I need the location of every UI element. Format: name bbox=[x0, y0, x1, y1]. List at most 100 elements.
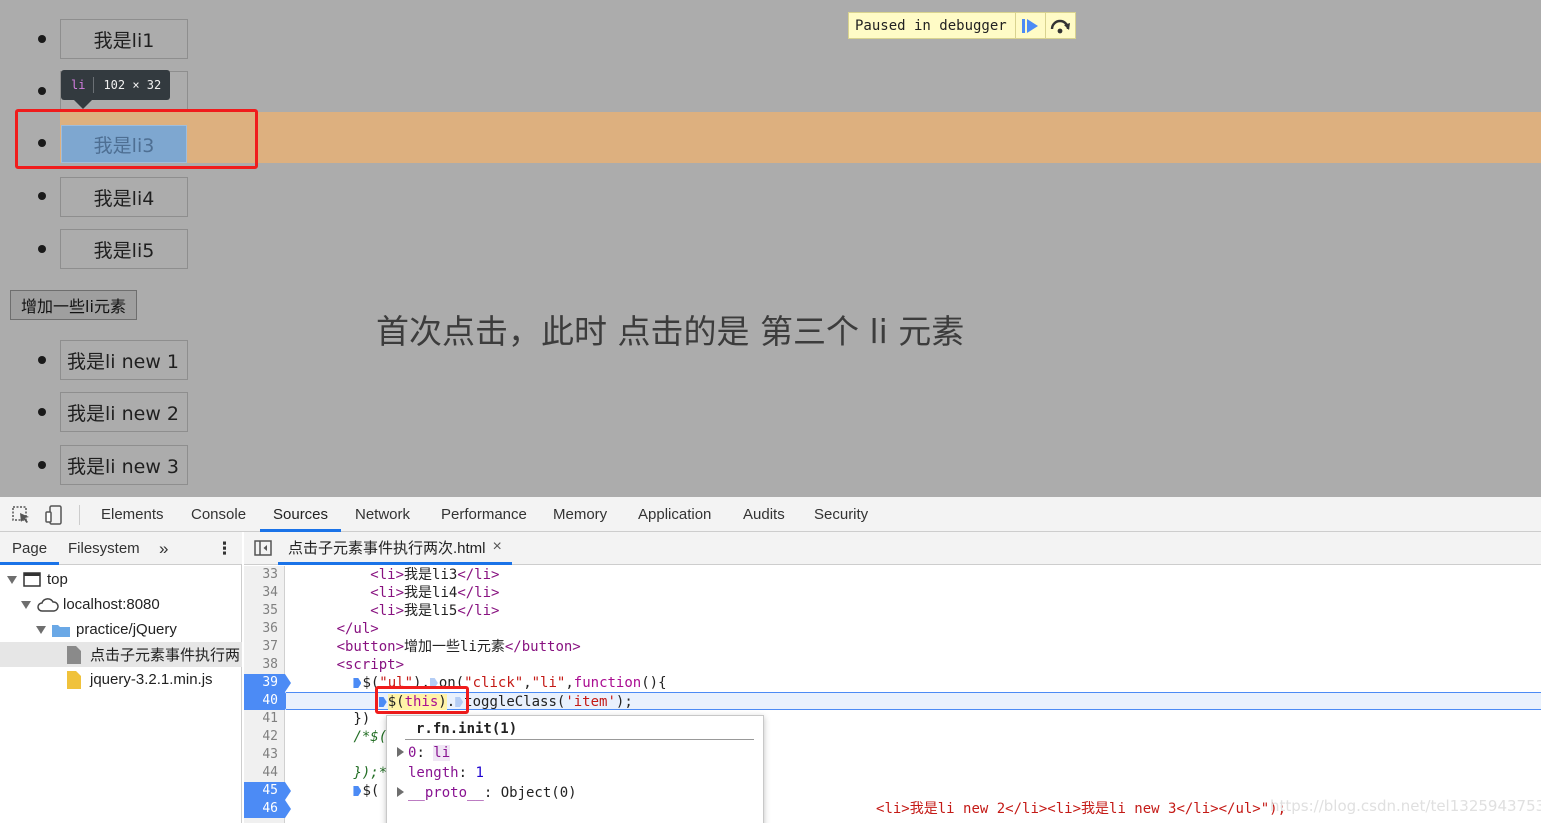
current-execution-line: $(this). toggleClass('item'); bbox=[286, 692, 1541, 710]
list-item[interactable]: 我是li5 bbox=[60, 229, 188, 269]
toolbar-divider bbox=[79, 505, 80, 525]
navigator-tabs: Page Filesystem » ⋮ bbox=[0, 532, 242, 565]
paused-text: Paused in debugger bbox=[855, 17, 1007, 34]
breakpoint-line-number[interactable]: 46 bbox=[244, 800, 291, 818]
tree-item-localhost[interactable]: localhost:8080 bbox=[0, 592, 242, 617]
line-number[interactable]: 42 bbox=[244, 728, 285, 746]
code-line: <li>我是li5</li> bbox=[370, 603, 500, 619]
tree-item-js-file[interactable]: jquery-3.2.1.min.js bbox=[0, 667, 242, 692]
navigator-menu-icon[interactable]: ⋮ bbox=[216, 532, 233, 565]
popover-property[interactable]: 0: li bbox=[397, 743, 451, 763]
page-viewport: 我是li1 我是li3 我是li4 我是li5 li 102 × 32 增加一些… bbox=[0, 0, 1541, 497]
annotation-red-box bbox=[15, 109, 258, 169]
toggle-navigator-icon[interactable] bbox=[254, 540, 272, 561]
folder-icon bbox=[52, 624, 70, 637]
tree-label: 点击子元素事件执行两 bbox=[90, 647, 241, 664]
code-area: 33 34 35 36 37 38 39 40 41 42 43 44 45 4… bbox=[244, 566, 1541, 823]
file-icon bbox=[67, 645, 81, 664]
tab-console[interactable]: Console bbox=[191, 497, 246, 532]
expand-triangle-icon[interactable] bbox=[397, 787, 404, 797]
breakpoint-marker-icon[interactable] bbox=[353, 786, 362, 796]
breakpoint-marker-icon[interactable] bbox=[353, 678, 362, 688]
popover-title: r.fn.init(1) bbox=[416, 721, 518, 737]
devtools-panel: Elements Console Sources Network Perform… bbox=[0, 497, 1541, 823]
close-icon[interactable]: × bbox=[493, 538, 502, 556]
tab-application[interactable]: Application bbox=[638, 497, 711, 532]
tooltip-tag: li bbox=[61, 77, 95, 93]
popover-property[interactable]: __proto__: Object(0) bbox=[397, 783, 577, 803]
expand-triangle-icon[interactable] bbox=[21, 600, 31, 609]
tooltip-size: 102 × 32 bbox=[103, 78, 162, 92]
list-item[interactable]: 我是li1 bbox=[60, 19, 188, 59]
element-inspect-tooltip: li 102 × 32 bbox=[61, 70, 171, 100]
cloud-icon bbox=[37, 597, 59, 612]
tree-label: localhost:8080 bbox=[63, 596, 160, 613]
object-preview-popover: r.fn.init(1) 0: li length: 1 __proto__: … bbox=[386, 715, 764, 823]
devtools-tabbar: Elements Console Sources Network Perform… bbox=[0, 497, 1541, 532]
line-number[interactable]: 34 bbox=[244, 584, 285, 602]
nav-tab-filesystem[interactable]: Filesystem bbox=[68, 532, 140, 565]
code-line: $("ul"). on("click","li",function(){ bbox=[286, 674, 1541, 692]
list-bullet bbox=[38, 408, 46, 416]
line-number[interactable]: 35 bbox=[244, 602, 285, 620]
tree-item-folder[interactable]: practice/jQuery bbox=[0, 617, 242, 642]
tab-sources[interactable]: Sources bbox=[260, 497, 342, 532]
tab-network[interactable]: Network bbox=[355, 497, 410, 532]
code-line: <li>我是li4</li> bbox=[370, 585, 500, 601]
list-bullet bbox=[38, 192, 46, 200]
line-number[interactable]: 33 bbox=[244, 566, 285, 584]
line-number[interactable]: 36 bbox=[244, 620, 285, 638]
list-bullet bbox=[38, 35, 46, 43]
expand-triangle-icon[interactable] bbox=[7, 575, 17, 584]
tree-label: top bbox=[47, 571, 68, 588]
breakpoint-line-number[interactable]: 39 bbox=[244, 674, 291, 692]
line-number[interactable]: 38 bbox=[244, 656, 285, 674]
list-bullet bbox=[38, 461, 46, 469]
list-item-new[interactable]: 我是li new 3 bbox=[60, 445, 188, 485]
popover-divider bbox=[405, 739, 754, 740]
tab-elements[interactable]: Elements bbox=[101, 497, 164, 532]
list-item-new[interactable]: 我是li new 1 bbox=[60, 340, 188, 380]
tooltip-arrow bbox=[74, 100, 92, 109]
annotation-caption: 首次点击，此时 点击的是 第三个 li 元素 bbox=[376, 312, 965, 351]
expand-triangle-icon[interactable] bbox=[397, 747, 404, 757]
nav-tab-page[interactable]: Page bbox=[0, 532, 60, 565]
file-tab-name: 点击子元素事件执行两次.html bbox=[288, 539, 486, 557]
list-item-new[interactable]: 我是li new 2 bbox=[60, 392, 188, 432]
tree-item-top[interactable]: top bbox=[0, 567, 242, 592]
line-number[interactable]: 43 bbox=[244, 746, 285, 764]
inspect-element-icon[interactable] bbox=[11, 505, 31, 525]
line-number[interactable]: 37 bbox=[244, 638, 285, 656]
line-number[interactable]: 44 bbox=[244, 764, 285, 782]
code-line: <li>我是li3</li> bbox=[370, 567, 500, 583]
device-toolbar-icon[interactable] bbox=[44, 505, 64, 525]
code-line: </ul> bbox=[336, 621, 379, 637]
element-highlight-margin bbox=[60, 112, 1541, 163]
js-file-icon bbox=[67, 670, 81, 689]
list-item[interactable]: 我是li4 bbox=[60, 177, 188, 217]
tree-label: jquery-3.2.1.min.js bbox=[90, 671, 213, 688]
list-bullet bbox=[38, 245, 46, 253]
tab-memory[interactable]: Memory bbox=[553, 497, 607, 532]
add-li-button[interactable]: 增加一些li元素 bbox=[10, 290, 137, 320]
resume-icon[interactable] bbox=[1014, 13, 1045, 38]
expand-triangle-icon[interactable] bbox=[36, 625, 46, 634]
list-bullet bbox=[38, 87, 46, 95]
step-over-icon[interactable] bbox=[1044, 13, 1075, 38]
tab-performance[interactable]: Performance bbox=[441, 497, 527, 532]
sources-navigator: Page Filesystem » ⋮ top localhost:8080 p… bbox=[0, 532, 242, 823]
frame-icon bbox=[23, 572, 41, 587]
breakpoint-line-number[interactable]: 40 bbox=[244, 692, 291, 710]
tree-item-html-file[interactable]: 点击子元素事件执行两 bbox=[0, 642, 242, 667]
code-editor: 点击子元素事件执行两次.html × 33 34 35 36 37 38 39 … bbox=[244, 532, 1541, 823]
annotation-red-box bbox=[375, 686, 469, 714]
tab-security[interactable]: Security bbox=[814, 497, 868, 532]
line-number[interactable]: 41 bbox=[244, 710, 285, 728]
popover-property: length: 1 bbox=[408, 765, 484, 781]
code-line: <button>增加一些li元素</button> bbox=[336, 639, 581, 655]
list-bullet bbox=[38, 356, 46, 364]
breakpoint-line-number[interactable]: 45 bbox=[244, 782, 291, 800]
more-tabs-icon[interactable]: » bbox=[159, 532, 168, 565]
file-tab[interactable]: 点击子元素事件执行两次.html × bbox=[278, 532, 512, 565]
tab-audits[interactable]: Audits bbox=[743, 497, 785, 532]
